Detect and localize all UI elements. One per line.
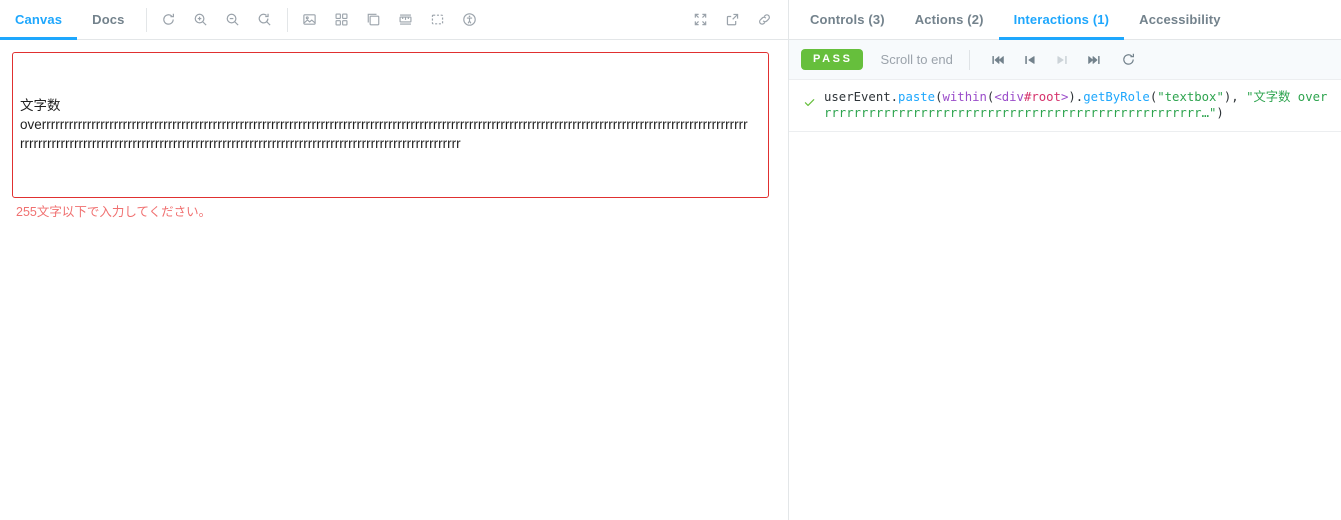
tab-actions[interactable]: Actions (2) <box>900 0 999 40</box>
interaction-list: userEvent.paste(within(<div#root>).getBy… <box>789 80 1341 132</box>
code-token: "textbox" <box>1157 90 1224 104</box>
textarea-line-3: rrrrrrrrrrrrrrrrrrrrrrrrrrrrrrrrrrrrrrrr… <box>20 136 461 151</box>
open-new-tab-icon[interactable] <box>718 6 746 34</box>
interaction-call-code: userEvent.paste(within(<div#root>).getBy… <box>824 89 1329 121</box>
character-count-field: 文字数 overrrrrrrrrrrrrrrrrrrrrrrrrrrrrrrrrr… <box>12 52 776 220</box>
controls-divider <box>968 49 970 70</box>
code-token: ) <box>1068 90 1076 104</box>
go-to-start-button[interactable] <box>985 47 1011 73</box>
code-token: , <box>1231 90 1247 104</box>
tab-interactions-label: Interactions (1) <box>1013 12 1110 27</box>
scroll-to-end-button[interactable]: Scroll to end <box>877 48 957 71</box>
story-root: 文字数 overrrrrrrrrrrrrrrrrrrrrrrrrrrrrrrrrr… <box>12 52 776 220</box>
toolbar-divider-2 <box>286 7 288 32</box>
tab-actions-label: Actions (2) <box>914 12 984 27</box>
code-token: <div <box>994 90 1024 104</box>
code-token: getByRole <box>1083 90 1150 104</box>
outline-icon[interactable] <box>360 6 388 34</box>
focus-box-icon[interactable] <box>424 6 452 34</box>
check-icon <box>801 96 817 109</box>
rerun-button[interactable] <box>1116 47 1142 73</box>
addon-panel: Controls (3) Actions (2) Interactions (1… <box>789 0 1341 520</box>
code-token: within <box>942 90 987 104</box>
textarea-line-2: overrrrrrrrrrrrrrrrrrrrrrrrrrrrrrrrrrrrr… <box>20 117 748 132</box>
validation-error-message: 255文字以下で入力してください。 <box>16 205 212 219</box>
textarea-line-1: 文字数 <box>20 98 61 113</box>
code-token: paste <box>898 90 936 104</box>
go-to-end-button[interactable] <box>1081 47 1107 73</box>
fullscreen-icon[interactable] <box>686 6 714 34</box>
tab-docs-label: Docs <box>92 12 125 27</box>
preview-toolbar-right-group <box>684 0 788 39</box>
zoom-out-icon[interactable] <box>219 6 247 34</box>
zoom-reset-icon[interactable] <box>251 6 279 34</box>
step-back-button[interactable] <box>1017 47 1043 73</box>
preview-toolbar: Canvas Docs <box>0 0 788 40</box>
story-canvas: 文字数 overrrrrrrrrrrrrrrrrrrrrrrrrrrrrrrrrr… <box>0 40 788 520</box>
toolbar-divider-1 <box>145 7 147 32</box>
storybook-window: Canvas Docs 文字数 overrrrrrrrrrrrrrrrrrrrr… <box>0 0 1341 520</box>
background-image-icon[interactable] <box>296 6 324 34</box>
scroll-to-end-label: Scroll to end <box>880 52 953 67</box>
preview-pane: Canvas Docs 文字数 overrrrrrrrrrrrrrrrrrrrr… <box>0 0 789 520</box>
step-forward-button[interactable] <box>1049 47 1075 73</box>
grid-icon[interactable] <box>328 6 356 34</box>
code-token: userEvent <box>824 90 891 104</box>
tab-controls-label: Controls (3) <box>810 12 885 27</box>
code-token: #root <box>1023 90 1061 104</box>
interactions-toolbar: PASS Scroll to end <box>789 40 1341 80</box>
interaction-row[interactable]: userEvent.paste(within(<div#root>).getBy… <box>789 80 1341 132</box>
status-badge: PASS <box>801 49 863 70</box>
remount-icon[interactable] <box>155 6 183 34</box>
addon-tabbar: Controls (3) Actions (2) Interactions (1… <box>789 0 1341 40</box>
tab-docs[interactable]: Docs <box>77 0 139 40</box>
measure-icon[interactable] <box>392 6 420 34</box>
tab-interactions[interactable]: Interactions (1) <box>998 0 1125 40</box>
tab-accessibility[interactable]: Accessibility <box>1124 0 1235 40</box>
tab-controls[interactable]: Controls (3) <box>795 0 900 40</box>
preview-toolbar-left-group: Canvas Docs <box>0 0 486 40</box>
tab-canvas[interactable]: Canvas <box>0 0 78 40</box>
story-textarea[interactable]: 文字数 overrrrrrrrrrrrrrrrrrrrrrrrrrrrrrrrrr… <box>12 52 769 198</box>
code-token: . <box>890 90 899 104</box>
code-token: ) <box>1216 105 1224 120</box>
zoom-in-icon[interactable] <box>187 6 215 34</box>
copy-link-icon[interactable] <box>750 6 778 34</box>
accessibility-icon[interactable] <box>456 6 484 34</box>
tab-accessibility-label: Accessibility <box>1139 12 1221 27</box>
tab-canvas-label: Canvas <box>15 12 63 27</box>
